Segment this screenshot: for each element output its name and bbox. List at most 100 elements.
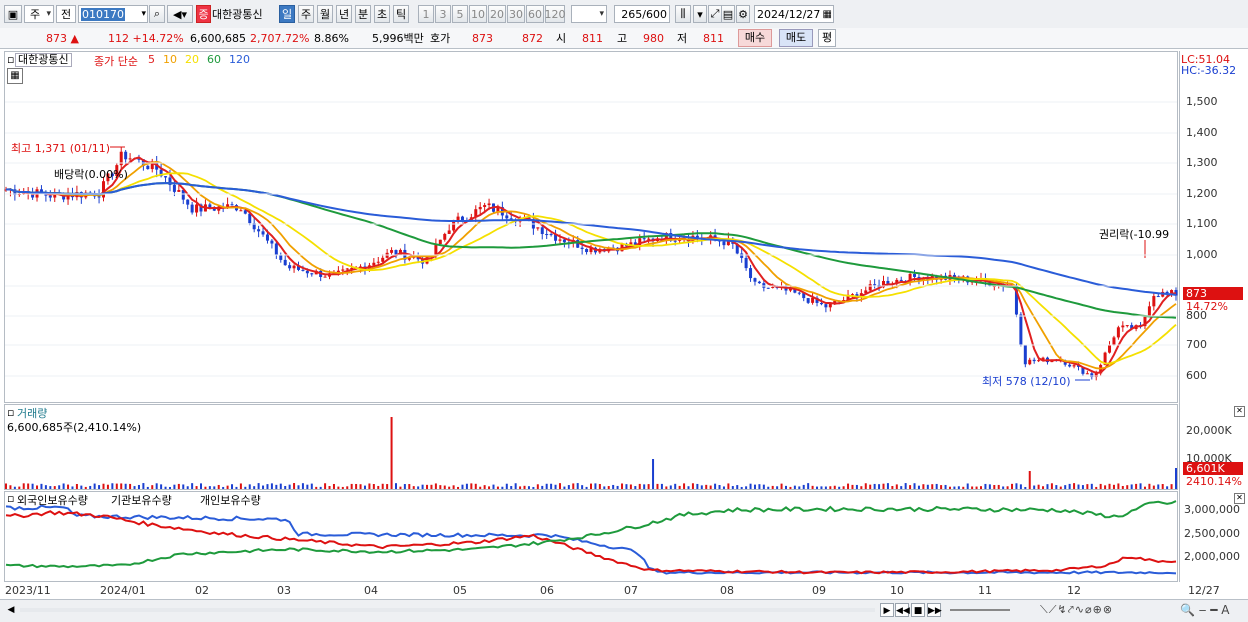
calendar-icon[interactable]: ▦ (823, 9, 832, 20)
minute-button[interactable]: 30 (507, 5, 525, 23)
high-price: 980 (643, 32, 664, 45)
x-axis-tick: 10 (890, 584, 904, 597)
ma-title: 종가 단순 (94, 55, 138, 68)
period-button[interactable]: 초 (374, 5, 390, 23)
high-note: 최고 1,371 (01/11) (11, 142, 111, 155)
ma-legend-item: 5 (148, 53, 155, 66)
sell-button[interactable]: 매도 (779, 29, 813, 47)
minute-button[interactable]: 5 (452, 5, 468, 23)
drawing-tools[interactable]: ⟍⟋↯⤤∿⌀⊕⊗ (1040, 603, 1113, 617)
stock-code-input[interactable]: 010170 ▾ (78, 5, 148, 23)
buy-button[interactable]: 매수 (738, 29, 772, 47)
volume: 6,600,685 (190, 32, 246, 45)
price-y-tick: 1,000 (1186, 248, 1218, 261)
price-panel (4, 51, 1178, 403)
line-tool-icon[interactable]: ⤢ (708, 5, 722, 23)
x-axis-tick: 05 (453, 584, 467, 597)
zoom-slider[interactable] (950, 609, 1010, 611)
candle-icon[interactable]: ⫼ (675, 5, 691, 23)
layout-icon[interactable]: ▣ (4, 5, 22, 23)
scroll-track[interactable] (20, 608, 875, 612)
holding-tick: 2,500,000 (1184, 527, 1240, 540)
scroll-right-icon[interactable]: ▶ (880, 603, 894, 617)
open-label: 시 (556, 32, 567, 45)
hc-label: HC:-36.32 (1181, 64, 1237, 77)
search-icon[interactable]: ⌕ (149, 5, 165, 23)
ma-legend: 5 10 20 60 120 (148, 53, 258, 66)
period-button[interactable]: 주 (298, 5, 314, 23)
holding-panel (4, 491, 1178, 582)
minute-button[interactable]: 10 (469, 5, 487, 23)
current-price: 873 ▲ (46, 32, 79, 45)
inst-holding-title[interactable]: 기관보유수량 (111, 492, 172, 508)
x-axis-tick: 12 (1067, 584, 1081, 597)
minute-button[interactable]: 60 (526, 5, 544, 23)
grid-icon[interactable]: ▦ (7, 68, 23, 84)
price-y-tick: 600 (1186, 369, 1207, 382)
price-y-tick: 1,500 (1186, 95, 1218, 108)
minute-custom-select[interactable] (571, 5, 607, 23)
last-volume-tag: 6,601K (1183, 462, 1243, 475)
chevron-down-icon[interactable]: ▾ (141, 9, 146, 19)
foreign-holding-title[interactable]: 외국인보유수량 (17, 492, 88, 508)
price-change: 112 +14.72% (108, 32, 184, 45)
volume-ratio: 2,707.72% (250, 32, 310, 45)
forward-icon[interactable]: ▶▶ (927, 603, 942, 617)
tool-icon[interactable]: ▾ (693, 5, 707, 23)
panel-marker-icon: ▫ (7, 406, 15, 419)
zoom-controls[interactable]: 🔍 ‒ ━ A (1180, 603, 1229, 617)
x-axis-tick: 07 (624, 584, 638, 597)
bid-price-2: 872 (522, 32, 543, 45)
speaker-icon[interactable]: ◀▾ (167, 5, 193, 23)
scroll-left-icon[interactable]: ◀ (4, 603, 18, 617)
x-axis-tick: 08 (720, 584, 734, 597)
x-axis-tick: 09 (812, 584, 826, 597)
panel-marker-icon: ▫ (7, 53, 15, 66)
x-axis-tick: 2024/01 (100, 584, 146, 597)
period-button[interactable]: 틱 (393, 5, 409, 23)
security-tag: 증 (196, 5, 211, 23)
period-button[interactable]: 일 (279, 5, 295, 23)
stock-name: 대한광통신 (212, 8, 263, 21)
minute-button[interactable]: 3 (435, 5, 451, 23)
price-y-tick: 1,200 (1186, 187, 1218, 200)
minute-button[interactable]: 120 (545, 5, 566, 23)
turnover: 8.86% (314, 32, 349, 45)
last-change-tag: 14.72% (1186, 300, 1228, 313)
price-y-tick: 700 (1186, 338, 1207, 351)
x-axis-tick: 11 (978, 584, 992, 597)
period-button[interactable]: 분 (355, 5, 371, 23)
x-axis-tick: 04 (364, 584, 378, 597)
prev-button[interactable]: 전 (56, 5, 76, 23)
x-axis-tick: 06 (540, 584, 554, 597)
avg-button[interactable]: 평 (818, 29, 836, 47)
x-axis-end: 12/27 (1188, 584, 1220, 597)
trade-amount: 5,996백만 (372, 32, 424, 45)
vol-tick: 20,000K (1186, 424, 1232, 437)
indiv-holding-title[interactable]: 개인보유수량 (200, 492, 261, 508)
volume-value: 6,600,685주(2,410.14%) (7, 421, 142, 434)
date-input[interactable]: 2024/12/27 ▦ (754, 5, 834, 23)
scroll-bar[interactable]: ◀ ▶ ◀◀ ■ ▶▶ ⟍⟋↯⤤∿⌀⊕⊗ 🔍 ‒ ━ A (0, 599, 1248, 622)
rights-note: 권리락(-10.99 (1099, 228, 1170, 241)
period-button[interactable]: 월 (317, 5, 333, 23)
bid-label: 호가 (430, 32, 451, 45)
minute-button[interactable]: 20 (488, 5, 506, 23)
gear-icon[interactable]: ⚙ (736, 5, 750, 23)
x-axis-tick: 02 (195, 584, 209, 597)
low-label: 저 (677, 32, 688, 45)
dividend-note: 배당락(0.00%) (54, 168, 128, 181)
close-icon[interactable]: ✕ (1234, 406, 1245, 417)
price-panel-name[interactable]: 대한광통신 (15, 53, 72, 67)
holding-tick: 3,000,000 (1184, 503, 1240, 516)
panel-marker-icon: ▫ (7, 492, 15, 505)
save-icon[interactable]: ▤ (721, 5, 735, 23)
last-volume-ratio: 2410.14% (1186, 475, 1242, 488)
period-type-select[interactable]: 주 (24, 5, 54, 23)
price-y-tick: 1,300 (1186, 156, 1218, 169)
stop-icon[interactable]: ■ (911, 603, 925, 617)
minute-button[interactable]: 1 (418, 5, 434, 23)
period-button[interactable]: 년 (336, 5, 352, 23)
count-input[interactable]: 265/600 (614, 5, 670, 23)
rewind-icon[interactable]: ◀◀ (895, 603, 910, 617)
